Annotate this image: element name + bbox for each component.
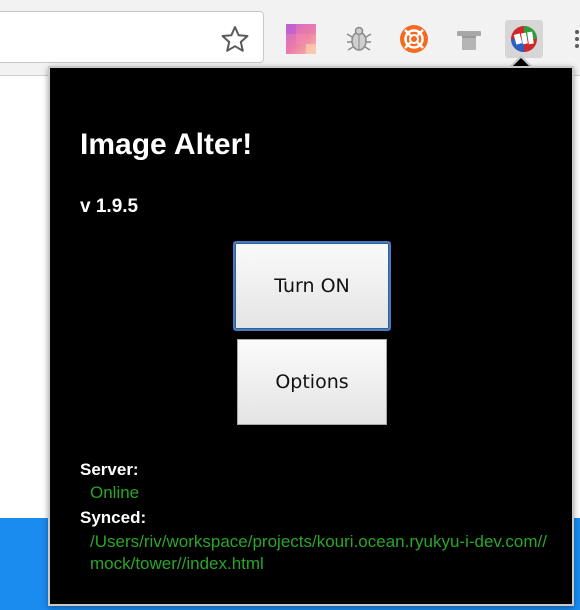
server-status: Online bbox=[90, 483, 140, 502]
browser-toolbar bbox=[0, 0, 580, 76]
synced-label: Synced: bbox=[80, 508, 147, 527]
extension-hat[interactable] bbox=[452, 22, 486, 56]
synced-path: /Users/riv/workspace/projects/kouri.ocea… bbox=[90, 532, 547, 573]
image-alter-icon bbox=[511, 26, 537, 52]
options-button[interactable]: Options bbox=[237, 339, 387, 425]
server-label: Server: bbox=[80, 460, 139, 479]
pixel-gradient-icon bbox=[286, 24, 316, 54]
popup-title: Image Alter! bbox=[80, 128, 253, 161]
hat-icon bbox=[457, 31, 481, 50]
browser-menu-icon[interactable] bbox=[569, 24, 580, 54]
bug-icon bbox=[346, 26, 372, 51]
extension-lifebuoy[interactable] bbox=[397, 22, 431, 56]
lifebuoy-icon bbox=[400, 25, 428, 53]
turn-on-button[interactable]: Turn ON bbox=[233, 241, 391, 331]
extension-image-alter[interactable] bbox=[505, 20, 543, 58]
extension-bug[interactable] bbox=[342, 22, 376, 56]
bookmark-star-icon[interactable] bbox=[220, 24, 250, 54]
extension-pixel-gradient[interactable] bbox=[284, 22, 318, 56]
version-label: v 1.9.5 bbox=[80, 196, 139, 217]
extension-popup: Image Alter! v 1.9.5 Turn ON Options Ser… bbox=[48, 66, 574, 606]
